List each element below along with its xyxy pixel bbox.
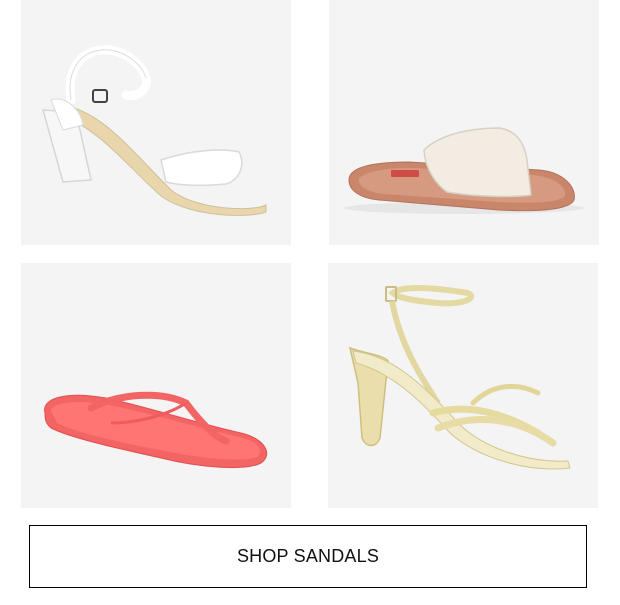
white-block-heel-sandal-image <box>41 45 267 216</box>
gold-strappy-heel-image <box>348 285 571 470</box>
shop-sandals-button[interactable]: SHOP SANDALS <box>29 525 587 588</box>
coral-flip-flop-image <box>44 391 268 469</box>
shop-sandals-label: SHOP SANDALS <box>236 546 380 566</box>
product-tile-cream-slide-sandal[interactable] <box>329 0 599 245</box>
product-tile-white-block-heel-sandal[interactable] <box>21 0 291 245</box>
cream-slide-sandal-image <box>344 127 584 214</box>
product-tile-gold-strappy-heel[interactable] <box>328 263 598 508</box>
product-tile-coral-flip-flop[interactable] <box>21 263 291 508</box>
